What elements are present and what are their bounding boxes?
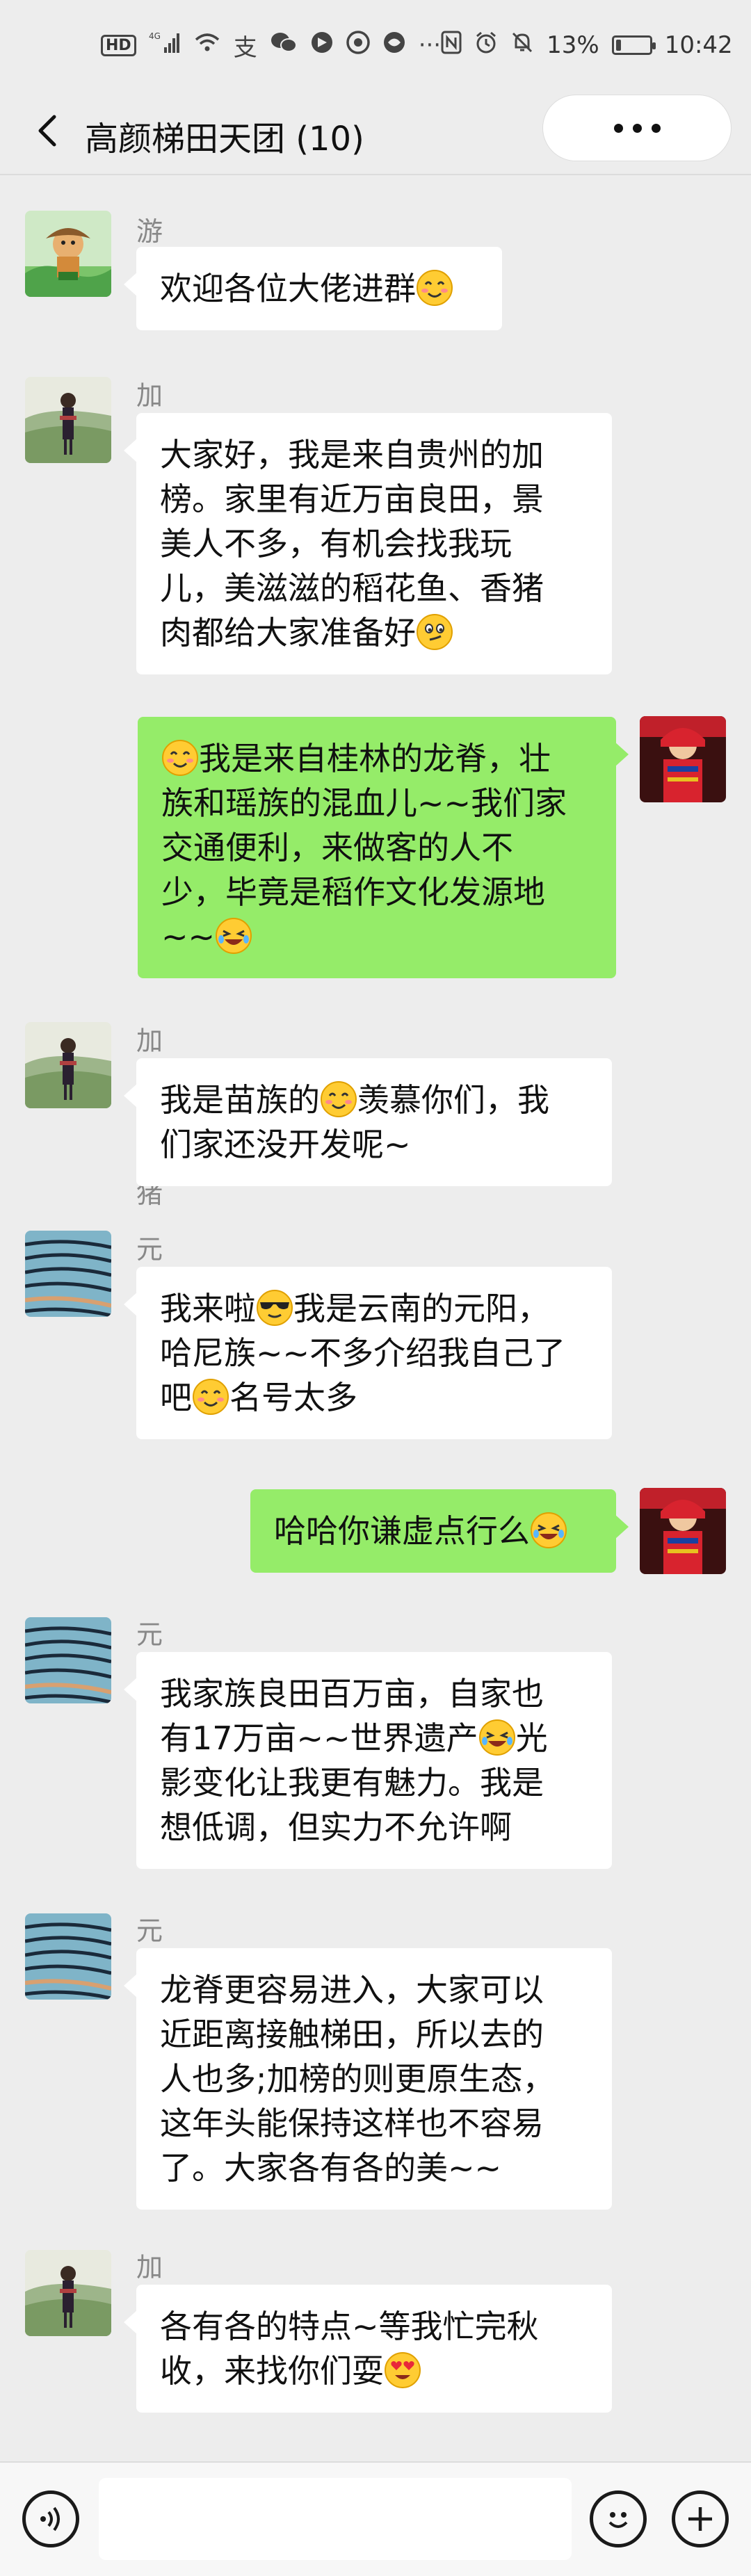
- chat-header: 高颜梯田天团 (10): [0, 90, 751, 174]
- alipay-icon: 支: [233, 33, 257, 62]
- more-dot: [632, 123, 642, 133]
- back-arrow-icon[interactable]: [28, 110, 70, 152]
- message-line: 我是来自桂林的龙脊，壮: [199, 740, 551, 777]
- message-line: 羡慕你们，我: [357, 1081, 549, 1119]
- hd-icon: HD: [101, 34, 136, 56]
- more-options-button[interactable]: [542, 95, 732, 161]
- wechat-icon: [270, 31, 298, 60]
- message-line: 各有各的特点~等我忙完秋: [160, 2308, 539, 2345]
- battery-percent: 13%: [547, 31, 599, 59]
- message-bubble[interactable]: 我家族良田百万亩，自家也 有17万亩~~世界遗产光 影变化让我更有魅力。我是 想…: [124, 1652, 612, 1869]
- message-line: 了。大家各有各的美~~: [160, 2149, 502, 2187]
- message-line: 我是云南的元阳，: [293, 1290, 549, 1327]
- smile-emoji-icon: [416, 269, 453, 307]
- laugh-emoji-icon: [215, 917, 252, 955]
- message-line: 名号太多: [229, 1379, 357, 1416]
- app-icon: [310, 31, 334, 60]
- message-line: 榜。家里有近万亩良田，景: [160, 480, 544, 518]
- message-text: 欢迎各位大佬进群: [160, 270, 416, 307]
- message-line: 这年头能保持这样也不容易: [160, 2105, 544, 2142]
- more-icon: ···: [418, 31, 442, 59]
- message-line: 光: [515, 1719, 548, 1757]
- voice-button[interactable]: [22, 2490, 79, 2547]
- avatar[interactable]: [25, 1617, 111, 1703]
- message-line: 我是苗族的: [160, 1081, 320, 1119]
- message-line: 想低调，但实力不允许啊: [160, 1808, 512, 1846]
- avatar[interactable]: [25, 2250, 111, 2336]
- message-line: ~~: [161, 918, 216, 955]
- wifi-icon: [193, 31, 221, 60]
- more-dot: [613, 123, 623, 133]
- signal-4g-icon: 4G: [149, 31, 181, 60]
- message-bubble[interactable]: 各有各的特点~等我忙完秋 收，来找你们耍: [124, 2285, 612, 2413]
- smile-emoji-icon: [320, 1080, 357, 1118]
- message-line: 哈尼族~~不多介绍我自己了: [160, 1334, 566, 1372]
- avatar-self[interactable]: [640, 716, 726, 802]
- emoji-icon: [608, 2512, 628, 2528]
- message-line: 人也多;加榜的则更原生态，: [160, 2060, 555, 2098]
- battery-icon: [611, 35, 656, 55]
- message-line: 交通便利，来做客的人不: [161, 829, 513, 866]
- status-left: HD 4G 支 ···: [101, 29, 441, 63]
- plus-icon: [688, 2507, 712, 2531]
- laugh-emoji-icon: [530, 1512, 567, 1549]
- message-line: 儿，美滋滋的稻花鱼、香猪: [160, 569, 544, 607]
- plus-button[interactable]: [672, 2490, 729, 2547]
- chrome-icon: [346, 30, 370, 60]
- message-input[interactable]: [99, 2478, 572, 2560]
- chat-title: 高颜梯田天团 (10): [85, 120, 364, 159]
- message-bubble-self[interactable]: 我是来自桂林的龙脊，壮 族和瑶族的混血儿~~我们家 交通便利，来做客的人不 少，…: [138, 717, 629, 978]
- message-line: 美人不多，有机会找我玩: [160, 525, 512, 562]
- avatar[interactable]: [25, 377, 111, 463]
- header-divider: [0, 174, 751, 175]
- voice-icon: [40, 2506, 60, 2532]
- clock: 10:42: [664, 31, 733, 59]
- message-bubble[interactable]: 龙脊更容易进入，大家可以 近距离接触梯田，所以去的 人也多;加榜的则更原生态， …: [124, 1948, 612, 2210]
- message-line: 肉都给大家准备好: [160, 614, 416, 651]
- message-bubble[interactable]: 大家好，我是来自贵州的加 榜。家里有近万亩良田，景 美人不多，有机会找我玩 儿，…: [124, 413, 612, 674]
- avatar[interactable]: [25, 1022, 111, 1108]
- nfc-icon: [441, 31, 462, 60]
- svg-text:4G: 4G: [149, 31, 161, 41]
- message-line: 收，来找你们耍: [160, 2352, 384, 2390]
- message-bubble[interactable]: 我来啦 我是云南的元阳， 哈尼族~~不多介绍我自己了 吧名号太多: [124, 1267, 612, 1439]
- emoji-button[interactable]: [590, 2490, 647, 2547]
- status-bar: HD 4G 支 ··· 13% 10:42: [0, 0, 751, 90]
- avatar[interactable]: [25, 211, 111, 297]
- message-line: 们家还没开发呢~: [160, 1126, 411, 1163]
- message-text: 哈哈你谦虚点行么: [274, 1512, 530, 1550]
- more-dot: [651, 123, 661, 133]
- input-bar: [0, 2461, 751, 2576]
- message-bubble[interactable]: 我是苗族的 羡慕你们，我 们家还没开发呢~: [124, 1058, 612, 1186]
- smile-emoji-icon: [161, 739, 199, 777]
- alarm-icon: [474, 31, 498, 60]
- browser-icon: [382, 31, 406, 60]
- avatar-self[interactable]: [640, 1488, 726, 1574]
- message-line: 我来啦: [160, 1290, 256, 1327]
- message-line: 有17万亩~~世界遗产: [160, 1719, 478, 1757]
- message-line: 大家好，我是来自贵州的加: [160, 436, 544, 473]
- mute-icon: [510, 31, 534, 60]
- message-line: 影变化让我更有魅力。我是: [160, 1764, 544, 1801]
- message-line: 少，毕竟是稻作文化发源地: [161, 873, 545, 911]
- message-bubble-self[interactable]: 哈哈你谦虚点行么: [250, 1489, 629, 1573]
- message-line: 我家族良田百万亩，自家也: [160, 1675, 544, 1712]
- smirk-emoji-icon: [416, 613, 453, 651]
- message-line: 近距离接触梯田，所以去的: [160, 2016, 544, 2053]
- laugh-emoji-icon: [478, 1719, 516, 1756]
- battery-fill: [615, 40, 621, 51]
- avatar[interactable]: [25, 1231, 111, 1317]
- message-line: 族和瑶族的混血儿~~我们家: [161, 784, 567, 822]
- status-right: 13% 10:42: [441, 31, 733, 60]
- avatar[interactable]: [25, 1913, 111, 2000]
- message-line: 吧: [160, 1379, 192, 1416]
- cool-emoji-icon: [256, 1289, 293, 1327]
- message-bubble[interactable]: 欢迎各位大佬进群: [124, 247, 502, 330]
- smile-emoji-icon: [192, 1378, 229, 1416]
- message-line: 龙脊更容易进入，大家可以: [160, 1971, 544, 2009]
- heart-eyes-emoji-icon: [384, 2351, 421, 2389]
